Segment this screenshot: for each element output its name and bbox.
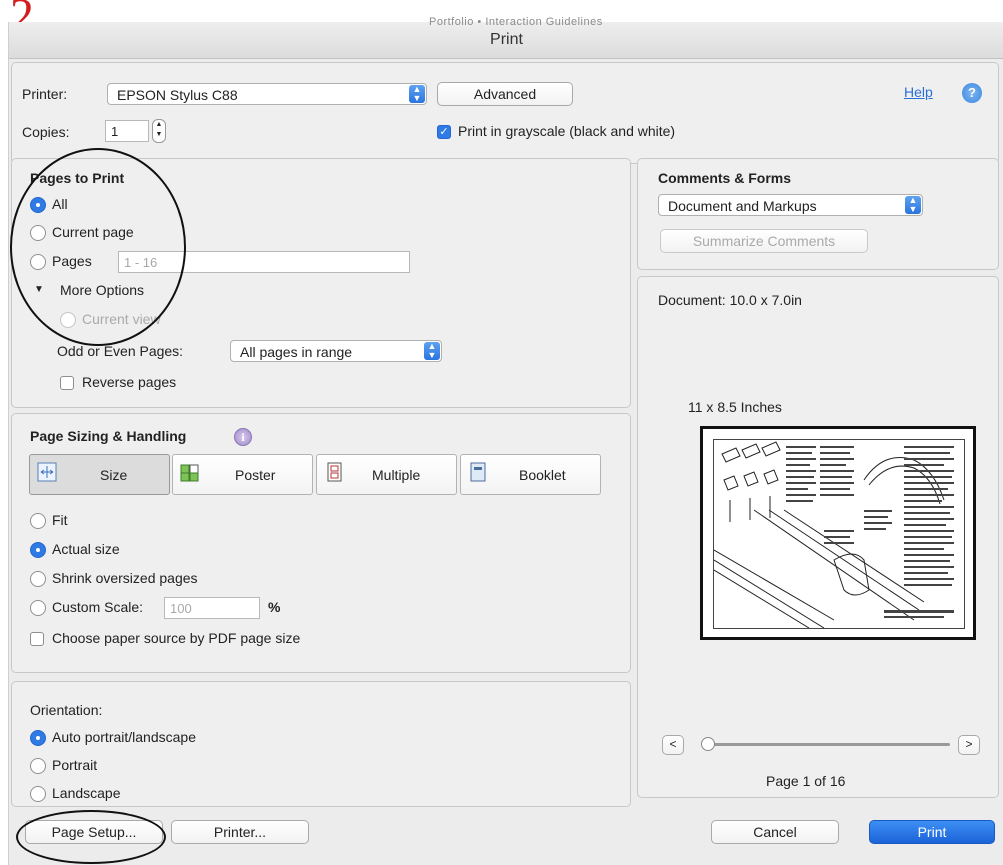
- tab-poster[interactable]: Poster: [172, 454, 313, 495]
- page-sizing-title: Page Sizing & Handling: [30, 428, 187, 444]
- summarize-comments-button[interactable]: Summarize Comments: [660, 229, 868, 253]
- page-sizing-group: Page Sizing & Handling i Size Poster Mul…: [11, 413, 631, 673]
- size-icon: [37, 462, 57, 482]
- tab-size-label: Size: [100, 467, 128, 483]
- copies-value: 1: [111, 124, 119, 139]
- auto-orientation-radio[interactable]: [30, 730, 46, 746]
- actual-size-label: Actual size: [52, 541, 120, 557]
- document-size-label: Document: 10.0 x 7.0in: [658, 292, 802, 308]
- booklet-icon: [470, 462, 486, 482]
- copies-input[interactable]: 1: [105, 120, 149, 142]
- copies-label: Copies:: [22, 124, 70, 140]
- document-drawing-image: [713, 441, 954, 629]
- odd-even-select[interactable]: All pages in range ▲ ▼: [230, 340, 442, 362]
- tab-size[interactable]: Size: [29, 454, 170, 495]
- custom-scale-label: Custom Scale:: [52, 599, 144, 615]
- paper-size-label: 11 x 8.5 Inches: [688, 399, 782, 415]
- printer-select[interactable]: EPSON Stylus C88 ▲ ▼: [107, 83, 427, 105]
- preview-page-content: [713, 439, 965, 629]
- orientation-title: Orientation:: [30, 702, 103, 718]
- next-page-button[interactable]: >: [958, 735, 980, 755]
- annotation-circle-page-setup: [16, 810, 166, 864]
- comments-forms-value: Document and Markups: [668, 198, 817, 214]
- cancel-button[interactable]: Cancel: [711, 820, 839, 844]
- grayscale-checkbox[interactable]: ✓: [437, 125, 451, 139]
- tab-booklet-label: Booklet: [519, 467, 566, 483]
- tab-booklet[interactable]: Booklet: [460, 454, 601, 495]
- custom-scale-value: 100: [170, 601, 192, 616]
- grayscale-label: Print in grayscale (black and white): [458, 123, 676, 139]
- page-slider-track[interactable]: [708, 743, 950, 746]
- poster-icon: [180, 464, 199, 482]
- comments-forms-select[interactable]: Document and Markups ▲ ▼: [658, 194, 923, 216]
- paper-source-checkbox[interactable]: [30, 632, 44, 646]
- printer-value: EPSON Stylus C88: [117, 87, 238, 103]
- printer-button[interactable]: Printer...: [171, 820, 309, 844]
- landscape-label: Landscape: [52, 785, 121, 801]
- print-preview-thumbnail: [700, 426, 976, 640]
- landscape-radio[interactable]: [30, 786, 46, 802]
- odd-even-value: All pages in range: [240, 344, 353, 360]
- advanced-button[interactable]: Advanced: [437, 82, 573, 106]
- orientation-group: Orientation: Auto portrait/landscape Por…: [11, 681, 631, 807]
- shrink-radio[interactable]: [30, 571, 46, 587]
- multiple-icon: [327, 462, 342, 482]
- help-link[interactable]: Help: [904, 84, 933, 100]
- chevron-updown-icon: ▲ ▼: [424, 342, 440, 360]
- comments-forms-title: Comments & Forms: [658, 170, 792, 186]
- tab-multiple[interactable]: Multiple: [316, 454, 457, 495]
- chevron-updown-icon: ▲ ▼: [409, 85, 425, 103]
- fit-radio[interactable]: [30, 513, 46, 529]
- copies-stepper[interactable]: ▲ ▼: [152, 119, 166, 143]
- dialog-title: Print: [490, 31, 523, 48]
- print-button[interactable]: Print: [869, 820, 995, 844]
- auto-orientation-label: Auto portrait/landscape: [52, 729, 196, 745]
- comments-forms-group: Comments & Forms Document and Markups ▲ ▼…: [637, 158, 999, 270]
- page-counter: Page 1 of 16: [766, 773, 846, 789]
- paper-source-label: Choose paper source by PDF page size: [52, 630, 301, 646]
- percent-label: %: [268, 599, 281, 615]
- page-slider-thumb[interactable]: [701, 737, 715, 751]
- portrait-radio[interactable]: [30, 758, 46, 774]
- reverse-pages-checkbox[interactable]: [60, 376, 74, 390]
- actual-size-radio[interactable]: [30, 542, 46, 558]
- odd-even-label: Odd or Even Pages:: [57, 343, 184, 359]
- fit-label: Fit: [52, 512, 68, 528]
- custom-scale-input[interactable]: 100: [164, 597, 260, 619]
- info-icon[interactable]: i: [234, 428, 252, 446]
- chevron-updown-icon: ▲ ▼: [905, 196, 921, 214]
- help-icon[interactable]: ?: [962, 83, 982, 103]
- previous-page-button[interactable]: <: [662, 735, 684, 755]
- title-bar: Portfolio • Interaction Guidelines Print: [9, 16, 1003, 59]
- annotation-circle-pages: [10, 148, 186, 346]
- tab-poster-label: Poster: [235, 467, 276, 483]
- portrait-label: Portrait: [52, 757, 98, 773]
- tab-multiple-label: Multiple: [372, 467, 421, 483]
- reverse-pages-label: Reverse pages: [82, 374, 177, 390]
- custom-scale-radio[interactable]: [30, 600, 46, 616]
- background-window-title: Portfolio • Interaction Guidelines: [429, 16, 603, 28]
- printer-group: Printer: EPSON Stylus C88 ▲ ▼ Advanced He…: [11, 62, 999, 164]
- shrink-label: Shrink oversized pages: [52, 570, 198, 586]
- printer-label: Printer:: [22, 86, 68, 102]
